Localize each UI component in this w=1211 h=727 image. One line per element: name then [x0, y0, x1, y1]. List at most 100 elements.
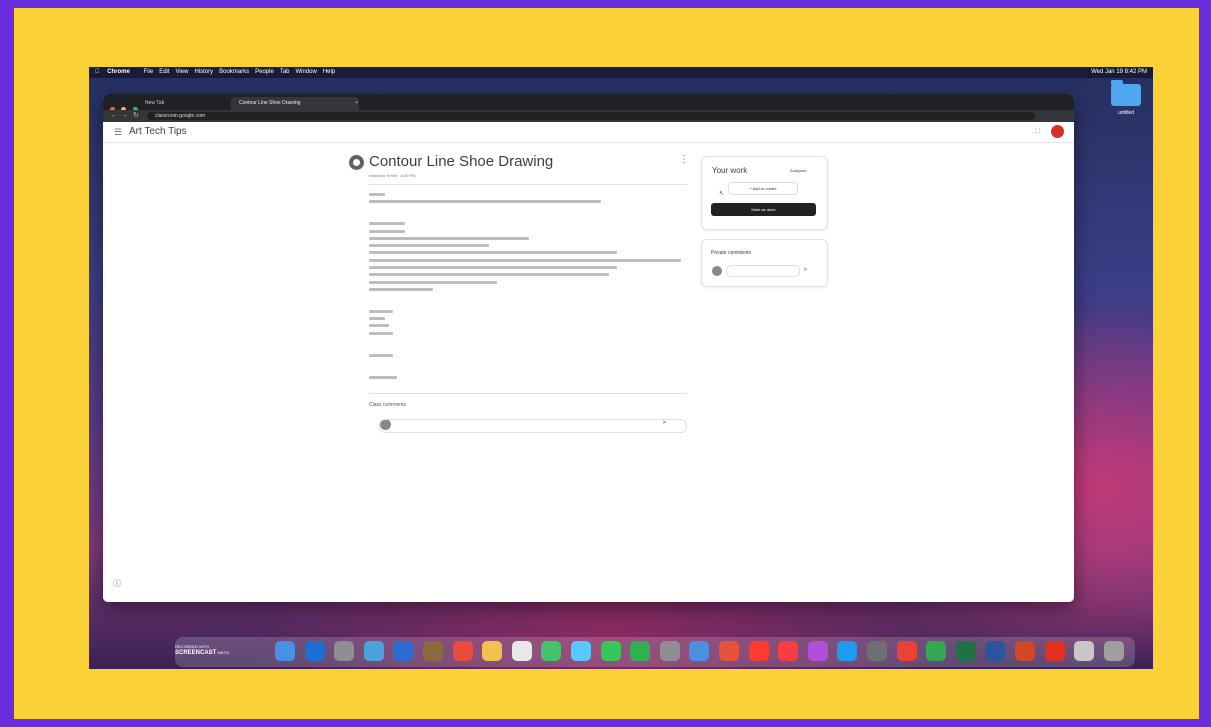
private-commenter-avatar	[712, 266, 722, 276]
tab-new-tab[interactable]: New Tab	[137, 97, 235, 110]
dock-app-icon[interactable]	[600, 641, 621, 661]
assignment-subtitle: Instructor Smith · 8:00 PM	[369, 173, 416, 178]
dock-app-icon[interactable]	[896, 641, 917, 661]
tab-bar: New Tab Contour Line Shoe Drawing +	[103, 94, 1074, 112]
dock: RECORDED WITH SCREENCAST MATIC	[175, 635, 1135, 668]
body-text-line	[369, 309, 393, 313]
menubar-item[interactable]: View	[176, 69, 189, 75]
menubar-app[interactable]: Chrome	[107, 69, 130, 75]
dock-app-icon[interactable]	[304, 641, 325, 661]
classroom-page: ☰ Art Tech Tips ∷ Contour Line Shoe Draw…	[103, 122, 1074, 602]
apps-grid-icon[interactable]: ∷	[1035, 126, 1041, 137]
back-icon[interactable]: ←	[110, 111, 117, 121]
body-text-line	[369, 280, 497, 284]
class-comment-input[interactable]	[379, 419, 687, 433]
dock-app-icon[interactable]	[719, 641, 739, 661]
menubar-item[interactable]: File	[144, 69, 154, 75]
dock-app-icon[interactable]	[689, 641, 710, 661]
forward-icon[interactable]: →	[121, 111, 128, 121]
mac-menubar:  Chrome File Edit View History Bookmarks Peo…	[89, 67, 1153, 78]
dock-app-icon[interactable]	[1015, 641, 1035, 661]
assignment-title: Contour Line Shoe Drawing	[369, 153, 554, 170]
private-comment-input[interactable]	[726, 265, 800, 277]
help-icon[interactable]: ⓘ	[113, 578, 121, 589]
dock-app-icon[interactable]	[1103, 641, 1124, 661]
menubar-item[interactable]: Bookmarks	[219, 69, 249, 75]
dock-app-icon[interactable]	[955, 641, 976, 661]
body-text-line	[369, 324, 389, 328]
private-comments-card: Private comments ➤	[701, 239, 828, 287]
dock-app-icon[interactable]	[837, 641, 858, 661]
menubar-clock[interactable]: Wed Jan 19 8:42 PM	[1091, 67, 1147, 78]
title-divider	[369, 184, 687, 185]
mac-desktop:  Chrome File Edit View History Bookmarks Peo…	[89, 67, 1153, 669]
class-name[interactable]: Art Tech Tips	[129, 126, 187, 137]
folder-icon[interactable]	[1111, 80, 1141, 106]
dock-app-icon[interactable]	[334, 641, 355, 661]
body-text-line	[369, 222, 405, 226]
body-text-line	[369, 273, 609, 277]
body-text-line	[369, 266, 617, 269]
account-avatar[interactable]	[1051, 125, 1064, 138]
classroom-header: ☰ Art Tech Tips ∷	[103, 122, 1074, 143]
private-comments-title: Private comments	[711, 250, 752, 256]
url-field[interactable]: classroom.google.com	[147, 112, 1035, 120]
dock-app-icon[interactable]	[926, 641, 947, 661]
body-text-line	[369, 353, 393, 357]
your-work-card: Your work Assigned + Add or create ↖ Mar…	[701, 156, 828, 230]
menu-icon[interactable]: ☰	[114, 127, 122, 138]
dock-app-icon[interactable]	[452, 641, 473, 661]
body-text-line	[369, 193, 385, 196]
address-bar: ← → ↻ classroom.google.com	[103, 110, 1074, 122]
dock-app-icon[interactable]	[807, 641, 828, 661]
body-text-line	[369, 251, 617, 255]
dock-app-icon[interactable]	[778, 641, 799, 661]
dock-app-icon[interactable]	[423, 641, 443, 661]
menubar-item[interactable]: History	[194, 69, 213, 75]
body-text-line	[369, 236, 529, 240]
cursor-icon: ↖	[719, 191, 725, 197]
dock-app-icon[interactable]	[867, 641, 887, 661]
menubar-item[interactable]: Tab	[280, 69, 290, 75]
dock-app-icon[interactable]	[275, 641, 295, 661]
new-tab-button[interactable]: +	[355, 97, 365, 110]
reload-icon[interactable]: ↻	[133, 111, 139, 121]
menubar-item[interactable]: Help	[323, 69, 335, 75]
body-text-line	[369, 258, 681, 262]
dock-app-icon[interactable]	[511, 641, 532, 661]
body-text-line	[369, 229, 405, 233]
menubar-item[interactable]: Window	[296, 69, 317, 75]
watermark-line2: SCREENCAST	[175, 650, 217, 656]
body-text-line	[369, 244, 489, 248]
body-text-line	[369, 317, 385, 321]
apple-icon[interactable]: 	[95, 69, 100, 75]
body-divider	[369, 393, 687, 394]
assignment-icon	[349, 155, 364, 170]
dock-app-icon[interactable]	[363, 641, 384, 661]
dock-app-icon[interactable]	[985, 641, 1006, 661]
dock-app-icon[interactable]	[571, 641, 591, 661]
screencast-watermark: RECORDED WITH SCREENCAST MATIC	[175, 644, 230, 656]
menubar-item[interactable]: Edit	[159, 69, 169, 75]
dock-app-icon[interactable]	[630, 641, 651, 661]
menubar-items: File Edit View History Bookmarks People Tab Win…	[138, 69, 336, 75]
dock-app-icon[interactable]	[482, 641, 503, 661]
add-or-create-button[interactable]: + Add or create	[728, 182, 798, 195]
dock-app-icon[interactable]	[393, 641, 414, 661]
dock-app-icon[interactable]	[1074, 641, 1095, 661]
browser-window: New Tab Contour Line Shoe Drawing + ← → …	[103, 94, 1074, 602]
dock-app-icon[interactable]	[659, 641, 680, 661]
watermark-line3: MATIC	[217, 650, 230, 655]
class-comments-label: Class comments	[369, 402, 406, 408]
your-work-title: Your work	[712, 166, 748, 175]
dock-app-icon[interactable]	[541, 641, 562, 661]
body-text-line	[369, 287, 433, 291]
more-options-icon[interactable]: ⋮	[679, 154, 689, 165]
send-comment-icon[interactable]: ➤	[662, 419, 667, 426]
tab-contour-line[interactable]: Contour Line Shoe Drawing	[231, 97, 359, 110]
dock-app-icon[interactable]	[748, 641, 769, 661]
menubar-item[interactable]: People	[255, 69, 274, 75]
dock-app-icon[interactable]	[1044, 641, 1065, 661]
mark-as-done-button[interactable]: Mark as done	[711, 203, 816, 216]
send-private-comment-icon[interactable]: ➤	[803, 266, 808, 273]
